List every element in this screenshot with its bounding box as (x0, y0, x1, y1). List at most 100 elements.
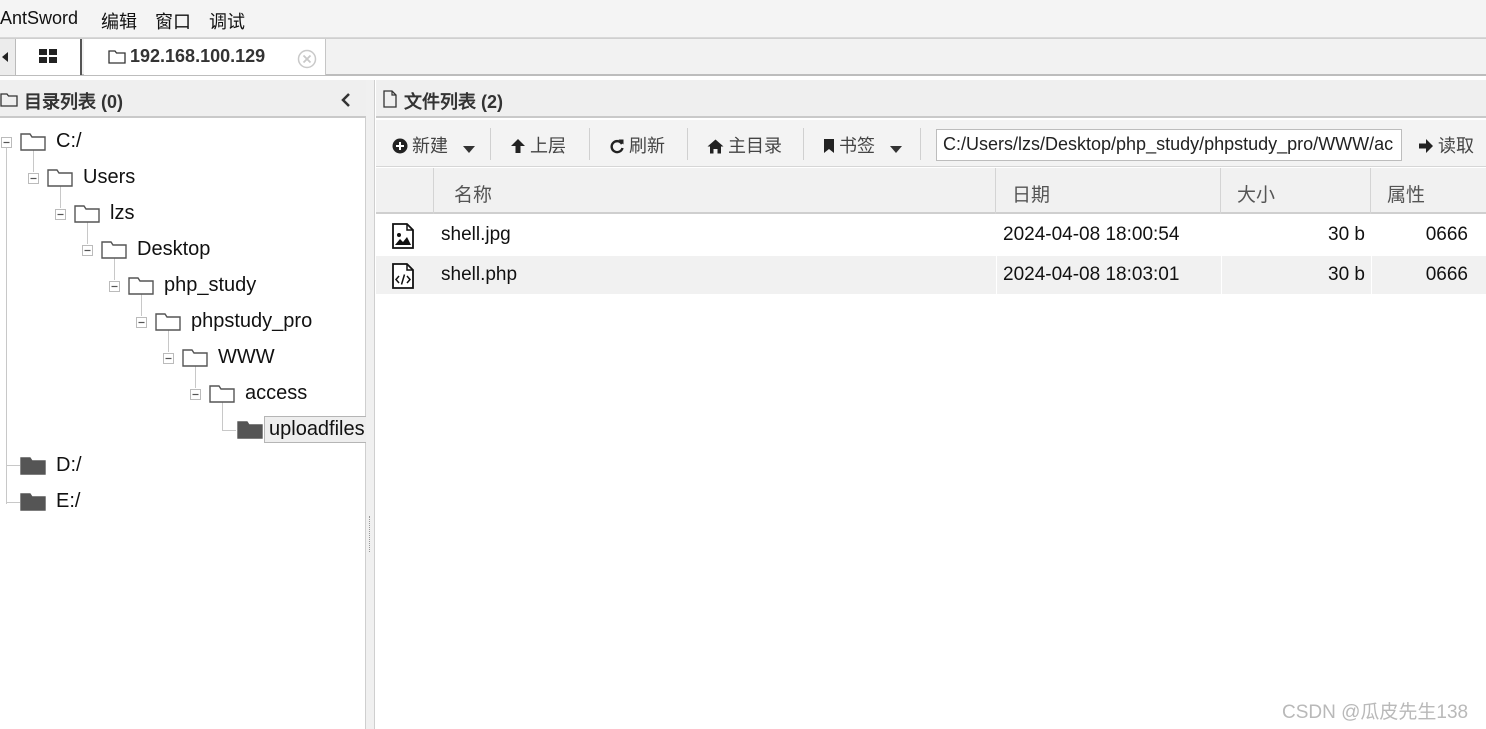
tree-node-label: lzs (110, 202, 135, 224)
arrow-up-icon (511, 139, 525, 153)
tree-node-desktop[interactable]: Desktop (0, 236, 360, 266)
tree-node-lzs[interactable]: lzs (0, 200, 360, 230)
grid-icon (39, 49, 57, 63)
column-header-date[interactable]: 日期 (996, 168, 1221, 214)
column-header-name[interactable]: 名称 (434, 168, 996, 214)
tree-node-label: D:/ (56, 454, 82, 476)
file-name: shell.php (441, 264, 518, 285)
file-pane: 文件列表 (2) 新建 上层 刷新 主目录 书签 C:/Users/lzs/De… (376, 80, 1486, 729)
file-pane-title: 文件列表 (2) (404, 92, 503, 112)
tab-home-grid[interactable] (16, 39, 82, 75)
new-button-label: 新建 (412, 136, 448, 156)
column-header-size[interactable]: 大小 (1221, 168, 1371, 214)
column-label: 日期 (1012, 185, 1051, 206)
image-file-icon (392, 223, 414, 249)
menu-debug[interactable]: 调试 (209, 8, 245, 34)
column-header-icon (376, 168, 434, 214)
tree-node-www[interactable]: WWW (0, 344, 360, 374)
collapse-icon[interactable] (1, 137, 12, 148)
directory-tree: C:/ Users lzs Desktop php_study phpstudy… (0, 120, 370, 720)
collapse-icon[interactable] (109, 281, 120, 292)
home-dir-button[interactable]: 主目录 (707, 132, 782, 156)
watermark: CSDN @瓜皮先生138 (1282, 702, 1469, 723)
toolbar-separator (920, 128, 921, 160)
bookmark-icon (824, 139, 834, 153)
home-icon (707, 139, 724, 154)
tree-node-label: C:/ (56, 130, 82, 152)
home-dir-label: 主目录 (728, 136, 782, 156)
toolbar-separator (490, 128, 491, 160)
toolbar-separator (687, 128, 688, 160)
cell-divider (996, 256, 997, 294)
tree-node-label: Users (83, 166, 136, 188)
file-row[interactable]: shell.jpg 2024-04-08 18:00:54 30 b 0666 (376, 216, 1486, 254)
collapse-icon[interactable] (136, 317, 147, 328)
read-label: 读取 (1438, 136, 1474, 156)
pane-splitter[interactable] (366, 80, 375, 729)
bookmark-button[interactable]: 书签 (823, 132, 906, 156)
caret-down-icon (463, 146, 476, 153)
tab-host-label: 192.168.100.129 (130, 46, 266, 66)
code-file-icon (392, 263, 414, 289)
file-size: 30 b (1328, 224, 1365, 245)
menu-edit[interactable]: 编辑 (101, 8, 137, 34)
new-button[interactable]: 新建 (392, 132, 479, 156)
column-label: 属性 (1387, 185, 1426, 206)
file-outline-icon (383, 90, 397, 108)
file-name: shell.jpg (441, 224, 511, 245)
menu-antsword[interactable]: AntSword (0, 8, 78, 29)
tab-scroll-left-button[interactable] (0, 39, 16, 75)
column-label: 名称 (454, 185, 493, 206)
collapse-icon[interactable] (190, 389, 201, 400)
refresh-icon (610, 139, 624, 154)
folder-filled-icon (20, 493, 46, 511)
close-tab-icon[interactable] (297, 49, 317, 69)
tree-node-users[interactable]: Users (0, 164, 360, 194)
column-header-attr[interactable]: 属性 (1371, 168, 1486, 214)
toolbar-separator (803, 128, 804, 160)
folder-outline-icon (108, 50, 126, 64)
file-pane-header: 文件列表 (2) (376, 80, 1486, 118)
tree-node-label: access (245, 382, 308, 404)
folder-outline-icon (182, 349, 208, 367)
folder-outline-icon (47, 169, 73, 187)
menu-bar: AntSword 编辑 窗口 调试 (0, 0, 1486, 38)
collapse-icon[interactable] (82, 245, 93, 256)
folder-filled-icon (237, 421, 263, 439)
tree-node-c[interactable]: C:/ (0, 128, 360, 158)
folder-outline-icon (155, 313, 181, 331)
chevron-left-icon[interactable] (340, 92, 352, 108)
file-attr: 0666 (1425, 224, 1468, 245)
tree-node-label: phpstudy_pro (191, 310, 313, 332)
tree-node-label: uploadfiles (264, 416, 370, 443)
file-grid-header: 名称 日期 大小 属性 (376, 168, 1486, 214)
read-button[interactable]: 读取 (1418, 132, 1474, 156)
refresh-button[interactable]: 刷新 (609, 132, 665, 156)
tree-node-e[interactable]: E:/ (0, 488, 360, 518)
tree-node-php-study[interactable]: php_study (0, 272, 360, 302)
file-row[interactable]: shell.php 2024-04-08 18:03:01 30 b 0666 (376, 256, 1486, 294)
tree-node-label: E:/ (56, 490, 81, 512)
toolbar-separator (589, 128, 590, 160)
path-input[interactable]: C:/Users/lzs/Desktop/php_study/phpstudy_… (936, 129, 1402, 161)
tree-node-d[interactable]: D:/ (0, 452, 360, 482)
splitter-grip[interactable] (369, 516, 371, 552)
tab-host[interactable]: 192.168.100.129 (84, 39, 326, 75)
folder-filled-icon (20, 457, 46, 475)
tree-node-label: php_study (164, 274, 257, 296)
bookmark-label: 书签 (839, 136, 875, 156)
file-attr: 0666 (1425, 264, 1468, 285)
up-level-button[interactable]: 上层 (510, 132, 566, 156)
collapse-icon[interactable] (163, 353, 174, 364)
collapse-icon[interactable] (28, 173, 39, 184)
menu-window[interactable]: 窗口 (155, 8, 191, 34)
file-date: 2024-04-08 18:03:01 (1003, 264, 1180, 285)
plus-circle-icon (392, 138, 408, 154)
tree-node-access[interactable]: access (0, 380, 360, 410)
tree-node-phpstudy-pro[interactable]: phpstudy_pro (0, 308, 360, 338)
file-toolbar: 新建 上层 刷新 主目录 书签 C:/Users/lzs/Desktop/php… (376, 120, 1486, 167)
collapse-icon[interactable] (55, 209, 66, 220)
tree-node-uploadfiles[interactable]: uploadfiles (0, 416, 370, 446)
tree-node-label: Desktop (137, 238, 211, 260)
up-level-label: 上层 (530, 136, 566, 156)
